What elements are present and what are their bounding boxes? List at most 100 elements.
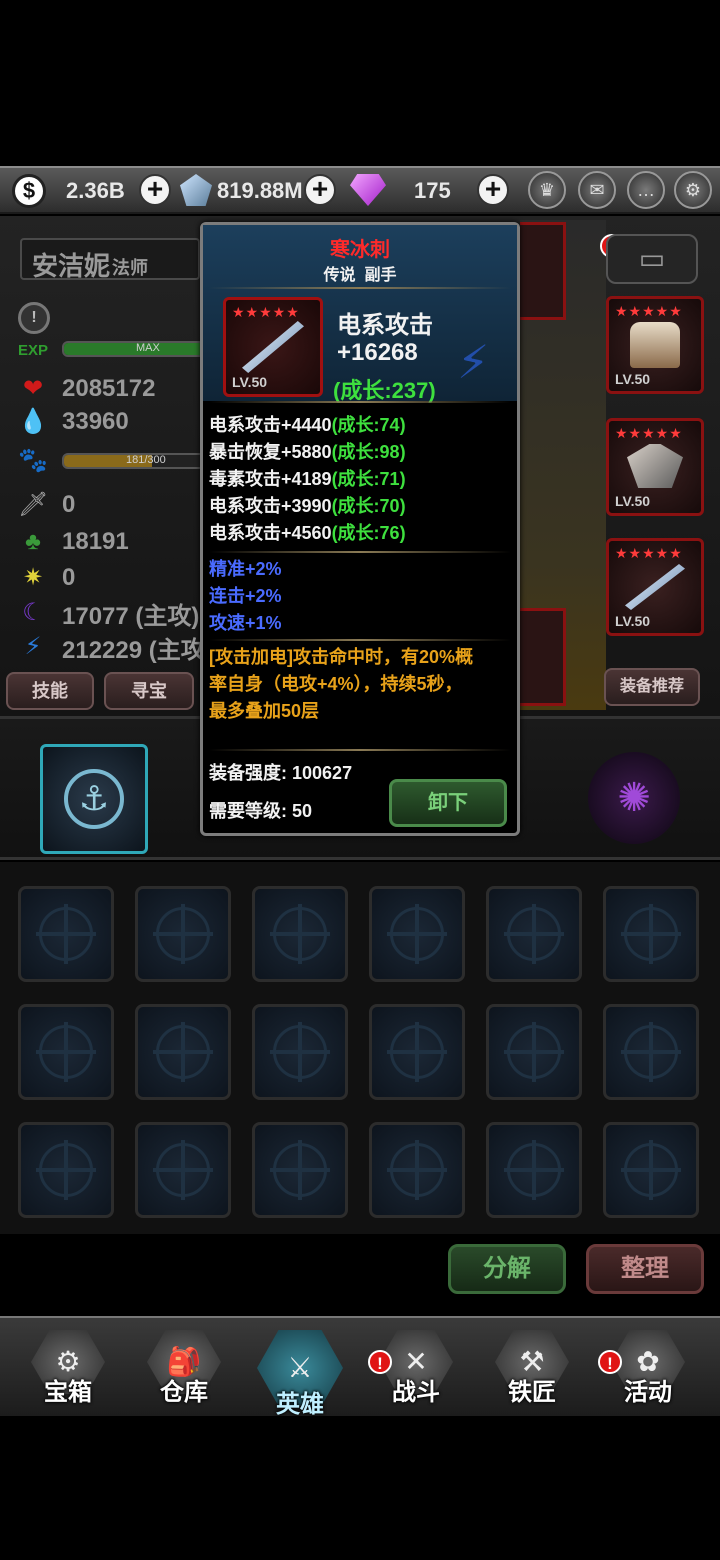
clover-row: ♣ 18191: [18, 525, 129, 559]
purple-sigil-icon: ✺: [617, 776, 651, 820]
sun-icon: ✷: [22, 564, 44, 591]
equip-recommend-button[interactable]: 装备推荐: [604, 668, 700, 706]
inventory-slot[interactable]: [486, 1122, 582, 1218]
sub-stat-3: 毒素攻击+4189(成长:71): [209, 469, 406, 489]
inventory-slot[interactable]: [369, 1004, 465, 1100]
inventory-slot[interactable]: [135, 1122, 231, 1218]
required-level: 需要等级: 50: [209, 801, 313, 821]
treasure-button[interactable]: 寻宝: [104, 672, 194, 710]
empty-slot-icon: [153, 904, 213, 964]
info-icon[interactable]: !: [18, 302, 50, 334]
equip-slot-dagger[interactable]: ★★★★★ LV.50: [606, 538, 704, 636]
lightning-value: 212229 (主攻: [62, 636, 205, 664]
tooltip-divider-3: [209, 639, 511, 641]
lightning-icon: ⚡: [24, 633, 42, 660]
nav-chest-label: 宝箱: [44, 1379, 92, 1406]
empty-slot-icon: [621, 1022, 681, 1082]
inventory-slot[interactable]: [486, 1004, 582, 1100]
hero-name: 安洁妮: [32, 251, 111, 281]
inventory-slot[interactable]: [369, 1122, 465, 1218]
inventory-slot[interactable]: [135, 886, 231, 982]
equip-slot-belt-partial[interactable]: [520, 608, 566, 706]
nav-warehouse-label: 仓库: [160, 1379, 208, 1406]
inventory-slot[interactable]: [135, 1004, 231, 1100]
inventory-slot[interactable]: [18, 1122, 114, 1218]
empty-slot-icon: [504, 1140, 564, 1200]
mail-icon[interactable]: ✉: [578, 171, 616, 209]
hp-value: 2085172: [62, 375, 156, 402]
item-name: 寒冰刺: [330, 239, 390, 261]
equip-slot-helmet-partial[interactable]: [520, 222, 566, 320]
organize-button[interactable]: 整理: [586, 1244, 704, 1294]
sun-row: ✷ 0: [18, 561, 75, 595]
anchor-icon: ⚓: [64, 769, 124, 829]
rank-icon[interactable]: ♛: [528, 171, 566, 209]
inventory-slot[interactable]: [603, 886, 699, 982]
gauntlet-stars: ★★★★★: [615, 425, 683, 441]
main-stat-value: +16268: [337, 339, 418, 366]
empty-slot-icon: [153, 1140, 213, 1200]
moon-value: 17077 (主攻): [62, 602, 200, 630]
nav-chest[interactable]: ⚙ 宝箱: [18, 1330, 118, 1412]
empty-slot-icon: [387, 1022, 447, 1082]
item-icon-frame: ★★★★★ LV.50: [223, 297, 323, 397]
sub-stat-2: 暴击恢复+5880(成长:98): [209, 442, 406, 462]
gauntlet-icon: [627, 444, 683, 488]
nav-warehouse[interactable]: 🎒 仓库: [134, 1330, 234, 1412]
inventory-slot[interactable]: [18, 1004, 114, 1100]
settings-gear-icon[interactable]: ⚙: [674, 171, 712, 209]
item-stars: ★★★★★: [232, 304, 300, 320]
inventory-slot[interactable]: [603, 1004, 699, 1100]
equip-slot-armor[interactable]: ★★★★★ LV.50: [606, 296, 704, 394]
lightning-watermark-icon: ⚡: [457, 336, 490, 388]
inventory-slot[interactable]: [252, 1122, 348, 1218]
skills-button[interactable]: 技能: [6, 672, 94, 710]
nav-hero-label: 英雄: [276, 1391, 324, 1418]
nav-blacksmith-label: 铁匠: [508, 1379, 556, 1406]
empty-slot-icon: [387, 1140, 447, 1200]
pet-row: 🐾: [18, 444, 48, 478]
armor-icon: [630, 322, 680, 368]
inventory-slot[interactable]: [603, 1122, 699, 1218]
sword-value: 0: [62, 491, 76, 518]
bonus-stat-2: 连击+2%: [209, 586, 282, 606]
inventory-slot[interactable]: [486, 886, 582, 982]
equip-slot-gauntlet[interactable]: ★★★★★ LV.50: [606, 418, 704, 516]
armor-level: LV.50: [615, 371, 651, 387]
main-stat-name: 电系攻击: [337, 312, 433, 339]
sun-value: 0: [62, 564, 76, 591]
bonus-stat-1: 精准+2%: [209, 559, 282, 579]
skill-line-3: 最多叠加50层: [209, 701, 320, 721]
add-gem-button[interactable]: +: [477, 174, 509, 206]
inventory-slot[interactable]: [252, 1004, 348, 1100]
armor-stars: ★★★★★: [615, 303, 683, 319]
empty-slot-icon: [504, 904, 564, 964]
inventory-slot[interactable]: [369, 886, 465, 982]
sub-stat-1: 电系攻击+4440(成长:74): [209, 415, 406, 435]
empty-slot-icon: [270, 904, 330, 964]
sword-icon: 🗡: [18, 491, 49, 518]
nav-hero[interactable]: ⚔ 英雄: [250, 1330, 350, 1418]
event-alert-badge: !: [598, 1350, 622, 1374]
decompose-button[interactable]: 分解: [448, 1244, 566, 1294]
emblem-slot-anchor[interactable]: ⚓: [40, 744, 148, 854]
dagger-icon: [625, 564, 685, 610]
empty-slot-icon: [270, 1140, 330, 1200]
add-gold-button[interactable]: +: [139, 174, 171, 206]
inventory-slot[interactable]: [252, 886, 348, 982]
add-crystal-button[interactable]: +: [304, 174, 336, 206]
chat-icon[interactable]: …: [627, 171, 665, 209]
inventory-slot[interactable]: [18, 886, 114, 982]
sword-row: 🗡 0: [18, 488, 75, 522]
nav-blacksmith[interactable]: ⚒ 铁匠: [482, 1330, 582, 1412]
item-level: LV.50: [232, 374, 268, 390]
battle-alert-badge: !: [368, 1350, 392, 1374]
emblem-slot-purple[interactable]: ✺: [588, 752, 680, 844]
pet-progress-text: 181/300: [126, 454, 166, 466]
paw-icon: 🐾: [18, 447, 48, 474]
empty-slot-icon: [621, 1140, 681, 1200]
unequip-button[interactable]: 卸下: [389, 779, 507, 827]
dagger-level: LV.50: [615, 613, 651, 629]
storage-chest-button[interactable]: ▭: [606, 234, 698, 284]
bonus-stat-3: 攻速+1%: [209, 613, 282, 633]
